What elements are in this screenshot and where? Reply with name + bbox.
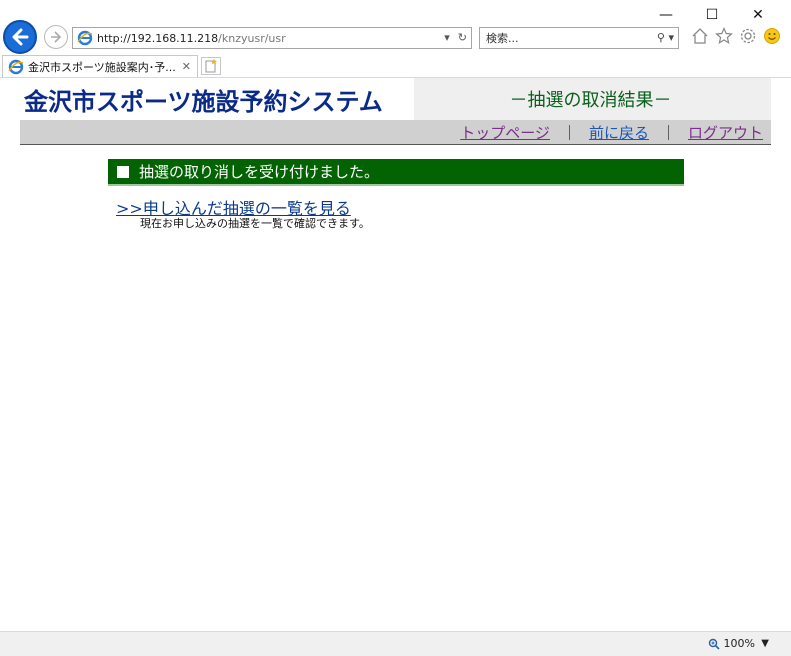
browser-chrome: — ☐ ✕ http://192.168.11.218/knzyusr/usr … <box>0 0 791 55</box>
refresh-icon[interactable]: ↻ <box>458 31 467 44</box>
notice-banner: 抽選の取り消しを受け付けました。 <box>108 159 684 186</box>
favorites-star-icon[interactable] <box>715 27 733 45</box>
ie-icon <box>8 59 24 74</box>
notice-message: 抽選の取り消しを受け付けました。 <box>139 163 380 181</box>
search-input[interactable]: 検索... ⚲ ▾ <box>479 27 679 49</box>
close-tab-icon[interactable]: ✕ <box>182 60 191 73</box>
search-placeholder: 検索... <box>486 32 519 45</box>
page-title: －抽選の取消結果－ <box>509 90 672 111</box>
link-description: 現在お申し込みの抽選を一覧で確認できます。 <box>140 217 370 230</box>
browser-toolbar <box>691 27 781 45</box>
back-button[interactable] <box>3 20 37 54</box>
tab-title: 金沢市スポーツ施設案内･予... <box>28 60 176 74</box>
address-path: /knzyusr/usr <box>218 31 286 45</box>
smiley-feedback-icon[interactable] <box>763 27 781 45</box>
gear-icon[interactable] <box>739 27 757 45</box>
forward-button[interactable] <box>44 25 68 49</box>
zoom-level: 100% <box>723 637 755 650</box>
top-page-link[interactable]: トップページ <box>460 122 550 143</box>
nav-separator: ｜ <box>660 123 676 142</box>
site-logo: 金沢市スポーツ施設予約システム <box>20 78 414 120</box>
close-window-button[interactable]: ✕ <box>735 4 781 26</box>
logout-link[interactable]: ログアウト <box>688 122 763 143</box>
search-icon[interactable]: ⚲ ▾ <box>657 31 674 44</box>
tab-active[interactable]: 金沢市スポーツ施設案内･予... ✕ <box>2 55 198 77</box>
ie-icon <box>77 30 93 46</box>
maximize-button[interactable]: ☐ <box>689 4 735 26</box>
address-host: http://192.168.11.218 <box>97 31 219 45</box>
site-header: 金沢市スポーツ施設予約システム －抽選の取消結果－ <box>20 78 771 120</box>
new-tab-button[interactable] <box>201 57 221 75</box>
new-tab-icon <box>205 59 217 73</box>
window-controls: — ☐ ✕ <box>643 4 781 26</box>
navigation-bar: トップページ ｜ 前に戻る ｜ ログアウト <box>20 120 771 145</box>
address-bar[interactable]: http://192.168.11.218/knzyusr/usr ▾ ↻ <box>72 27 472 49</box>
home-icon[interactable] <box>691 27 709 45</box>
minimize-button[interactable]: — <box>643 4 689 26</box>
status-bar: 100% ▼ <box>0 631 791 656</box>
zoom-control[interactable]: 100% <box>708 637 755 650</box>
tab-strip: 金沢市スポーツ施設案内･予... ✕ <box>0 55 791 78</box>
zoom-dropdown-icon[interactable]: ▼ <box>761 638 769 649</box>
arrow-left-icon <box>12 28 29 46</box>
square-bullet-icon <box>117 165 129 178</box>
back-link[interactable]: 前に戻る <box>589 122 649 143</box>
dropdown-icon[interactable]: ▾ <box>444 31 450 44</box>
nav-separator: ｜ <box>561 123 577 142</box>
zoom-icon <box>708 638 720 650</box>
arrow-right-icon <box>51 31 62 43</box>
